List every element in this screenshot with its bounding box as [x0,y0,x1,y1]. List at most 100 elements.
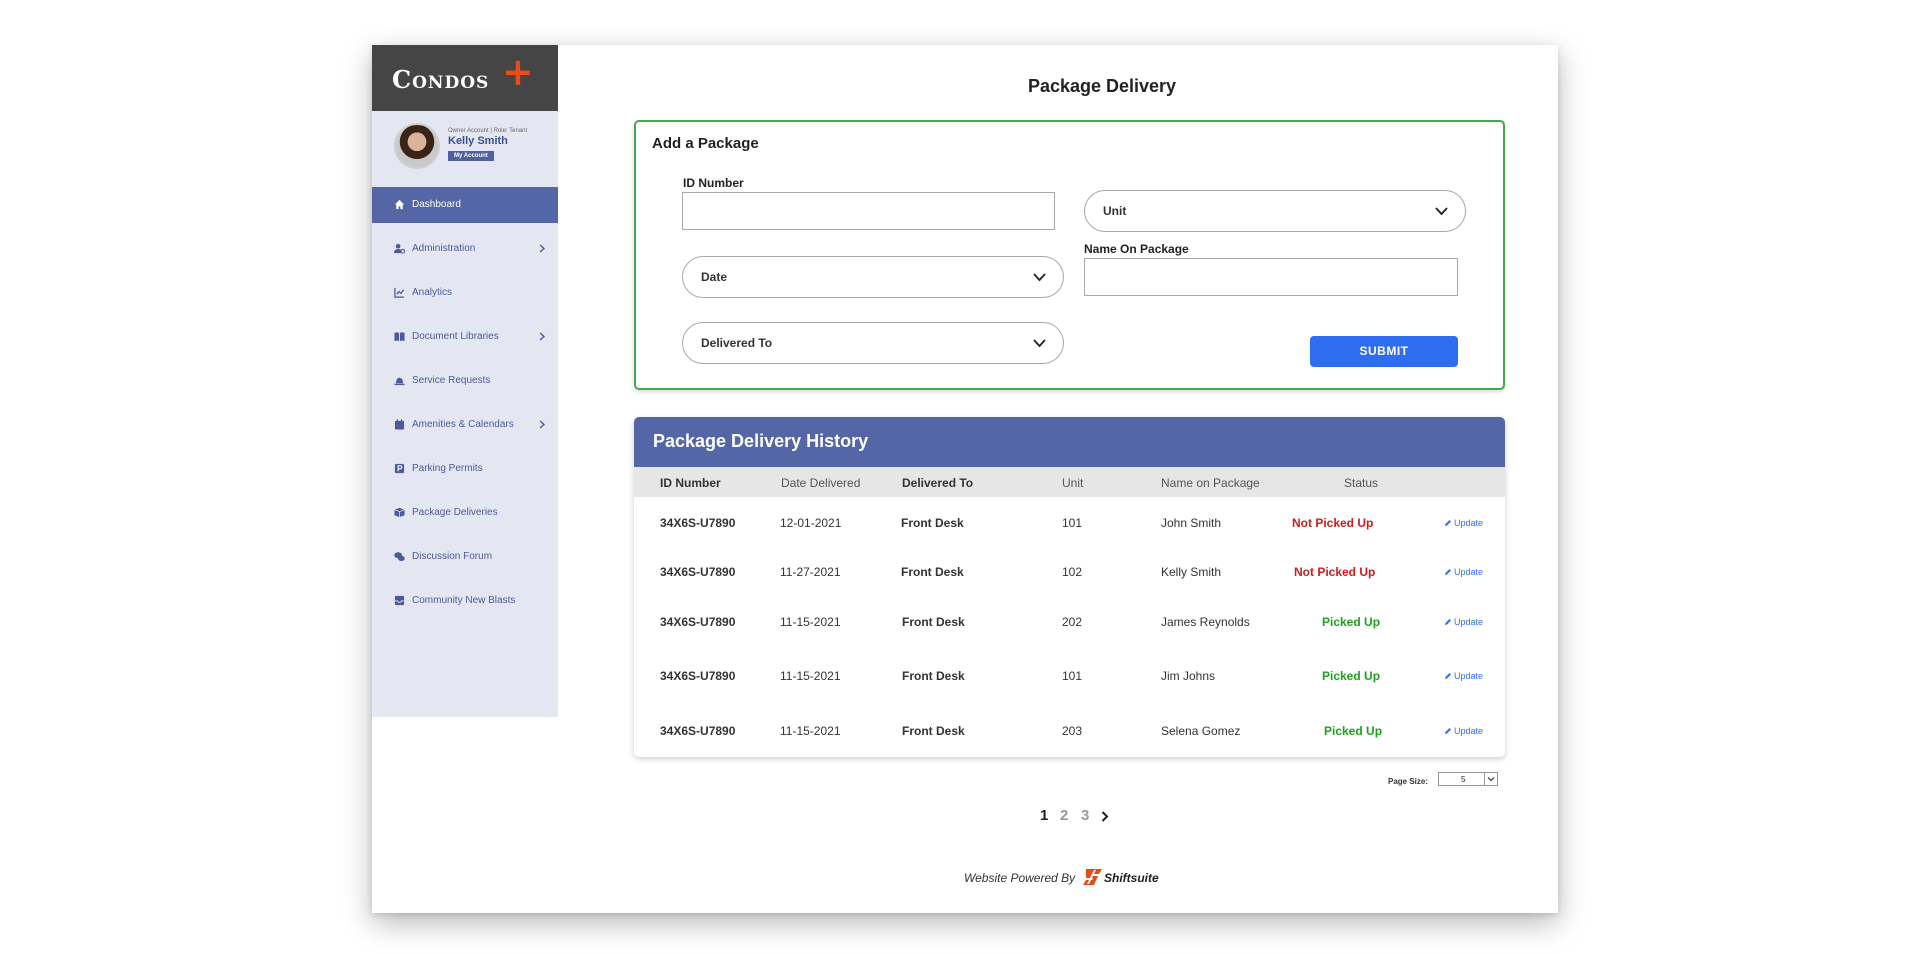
date-select-value: Date [701,270,728,284]
column-header-status[interactable]: Status [1344,476,1378,490]
delivered-to-select[interactable]: Delivered To [682,322,1064,364]
sidebar-item-package-deliveries[interactable]: Package Deliveries [372,495,558,531]
cell-id: 34X6S-U7890 [660,516,736,530]
history-title: Package Delivery History [653,431,869,451]
sidebar-item-amenities-calendars[interactable]: Amenities & Calendars [372,407,558,443]
pencil-icon [1445,673,1451,679]
sidebar-item-label: Analytics [412,287,453,298]
footer-text: Website Powered By [964,871,1076,885]
status-badge: Not Picked Up [1292,516,1374,530]
user-name: Kelly Smith [448,135,508,147]
package-history-table: Package Delivery History ID Number Date … [634,417,1505,757]
table-header-row: ID Number Date Delivered Delivered To Un… [634,467,1505,497]
sidebar-nav: Dashboard Administration Analytics Docum… [372,187,558,627]
sidebar-item-discussion-forum[interactable]: Discussion Forum [372,539,558,575]
cell-delivered-to: Front Desk [902,615,965,629]
status-badge: Not Picked Up [1294,565,1376,579]
page-size-label: Page Size: [1388,777,1429,786]
cell-name: Selena Gomez [1161,724,1241,738]
table-row: 34X6S-U7890 11-15-2021 Front Desk 203 Se… [634,706,1505,757]
cell-delivered-to: Front Desk [901,516,964,530]
column-header-delivered-to[interactable]: Delivered To [902,476,973,490]
sidebar-item-parking-permits[interactable]: Parking Permits [372,451,558,487]
cell-unit: 203 [1062,724,1083,738]
date-select[interactable]: Date [682,256,1064,298]
update-label: Update [1454,671,1484,681]
brand-logo[interactable]: Condos [392,65,489,94]
update-link[interactable]: Update [1444,518,1483,528]
cell-id: 34X6S-U7890 [660,615,736,629]
brand-plus-icon: + [502,50,534,94]
chart-icon [394,287,405,298]
sidebar-item-administration[interactable]: Administration [372,231,558,267]
update-link[interactable]: Update [1444,617,1483,627]
next-page-icon[interactable] [1100,810,1110,823]
column-header-id[interactable]: ID Number [660,476,721,490]
calendar-icon [394,419,405,430]
page-2[interactable]: 2 [1060,807,1068,824]
page-1[interactable]: 1 [1040,807,1048,824]
cell-date: 11-15-2021 [780,615,841,629]
unit-select[interactable]: Unit [1084,190,1466,232]
column-header-unit[interactable]: Unit [1062,476,1083,490]
cell-date: 11-15-2021 [780,669,841,683]
sidebar-item-label: Document Libraries [412,331,499,342]
submit-button[interactable]: SUBMIT [1310,336,1458,367]
my-account-button[interactable]: My Account [448,151,494,161]
name-on-package-label: Name On Package [1084,242,1189,256]
page-size-select[interactable]: 5 [1438,772,1498,786]
pencil-icon [1445,569,1451,575]
book-icon [394,332,405,342]
bell-icon [394,377,405,386]
chevron-down-icon [1033,339,1046,348]
cell-date: 12-01-2021 [780,516,842,530]
chevron-right-icon [539,244,546,253]
sidebar-item-community-new-blasts[interactable]: Community New Blasts [372,583,558,619]
sidebar-item-label: Discussion Forum [412,551,493,562]
home-icon [394,199,405,210]
avatar[interactable] [394,123,440,169]
cell-name: Kelly Smith [1161,565,1222,579]
sidebar-item-label: Package Deliveries [412,507,498,518]
sidebar-item-analytics[interactable]: Analytics [372,275,558,311]
pencil-icon [1445,520,1451,526]
sidebar-item-label: Dashboard [412,199,461,210]
cell-delivered-to: Front Desk [902,669,965,683]
column-header-date[interactable]: Date Delivered [781,476,860,490]
sidebar-item-document-libraries[interactable]: Document Libraries [372,319,558,355]
sidebar-item-label: Administration [412,243,476,254]
chevron-right-icon [539,332,546,341]
update-label: Update [1454,567,1484,577]
status-badge: Picked Up [1322,615,1381,629]
update-link[interactable]: Update [1444,567,1483,577]
delivered-to-select-value: Delivered To [701,336,773,350]
page-3[interactable]: 3 [1081,807,1089,824]
user-gear-icon [394,243,405,254]
sidebar-item-service-requests[interactable]: Service Requests [372,363,558,399]
cell-date: 11-27-2021 [780,565,841,579]
shiftsuite-logo-icon[interactable] [1082,867,1104,887]
page-size-value: 5 [1461,775,1466,784]
update-link[interactable]: Update [1444,671,1483,681]
unit-select-value: Unit [1103,204,1127,218]
chevron-down-icon [1484,773,1495,785]
app-window: Condos + Owner Account | Role: Tenant Ke… [372,45,1558,913]
name-on-package-field[interactable] [1084,258,1458,296]
footer-brand[interactable]: Shiftsuite [1104,871,1159,885]
update-link[interactable]: Update [1444,726,1483,736]
status-badge: Picked Up [1322,669,1381,683]
cell-unit: 101 [1062,669,1083,683]
sidebar-item-label: Community New Blasts [412,595,516,606]
table-row: 34X6S-U7890 11-27-2021 Front Desk 102 Ke… [634,547,1505,597]
account-role: Owner Account | Role: Tenant [448,128,528,134]
cell-id: 34X6S-U7890 [660,724,736,738]
column-header-name[interactable]: Name on Package [1161,476,1260,490]
id-number-field[interactable] [682,192,1055,230]
sidebar-item-dashboard[interactable]: Dashboard [372,187,558,223]
sidebar-item-label: Amenities & Calendars [412,419,514,430]
chevron-right-icon [539,420,546,429]
cell-date: 11-15-2021 [780,724,841,738]
pencil-icon [1445,619,1451,625]
logo-bar: Condos + [372,45,558,111]
table-row: 34X6S-U7890 12-01-2021 Front Desk 101 Jo… [634,497,1505,548]
